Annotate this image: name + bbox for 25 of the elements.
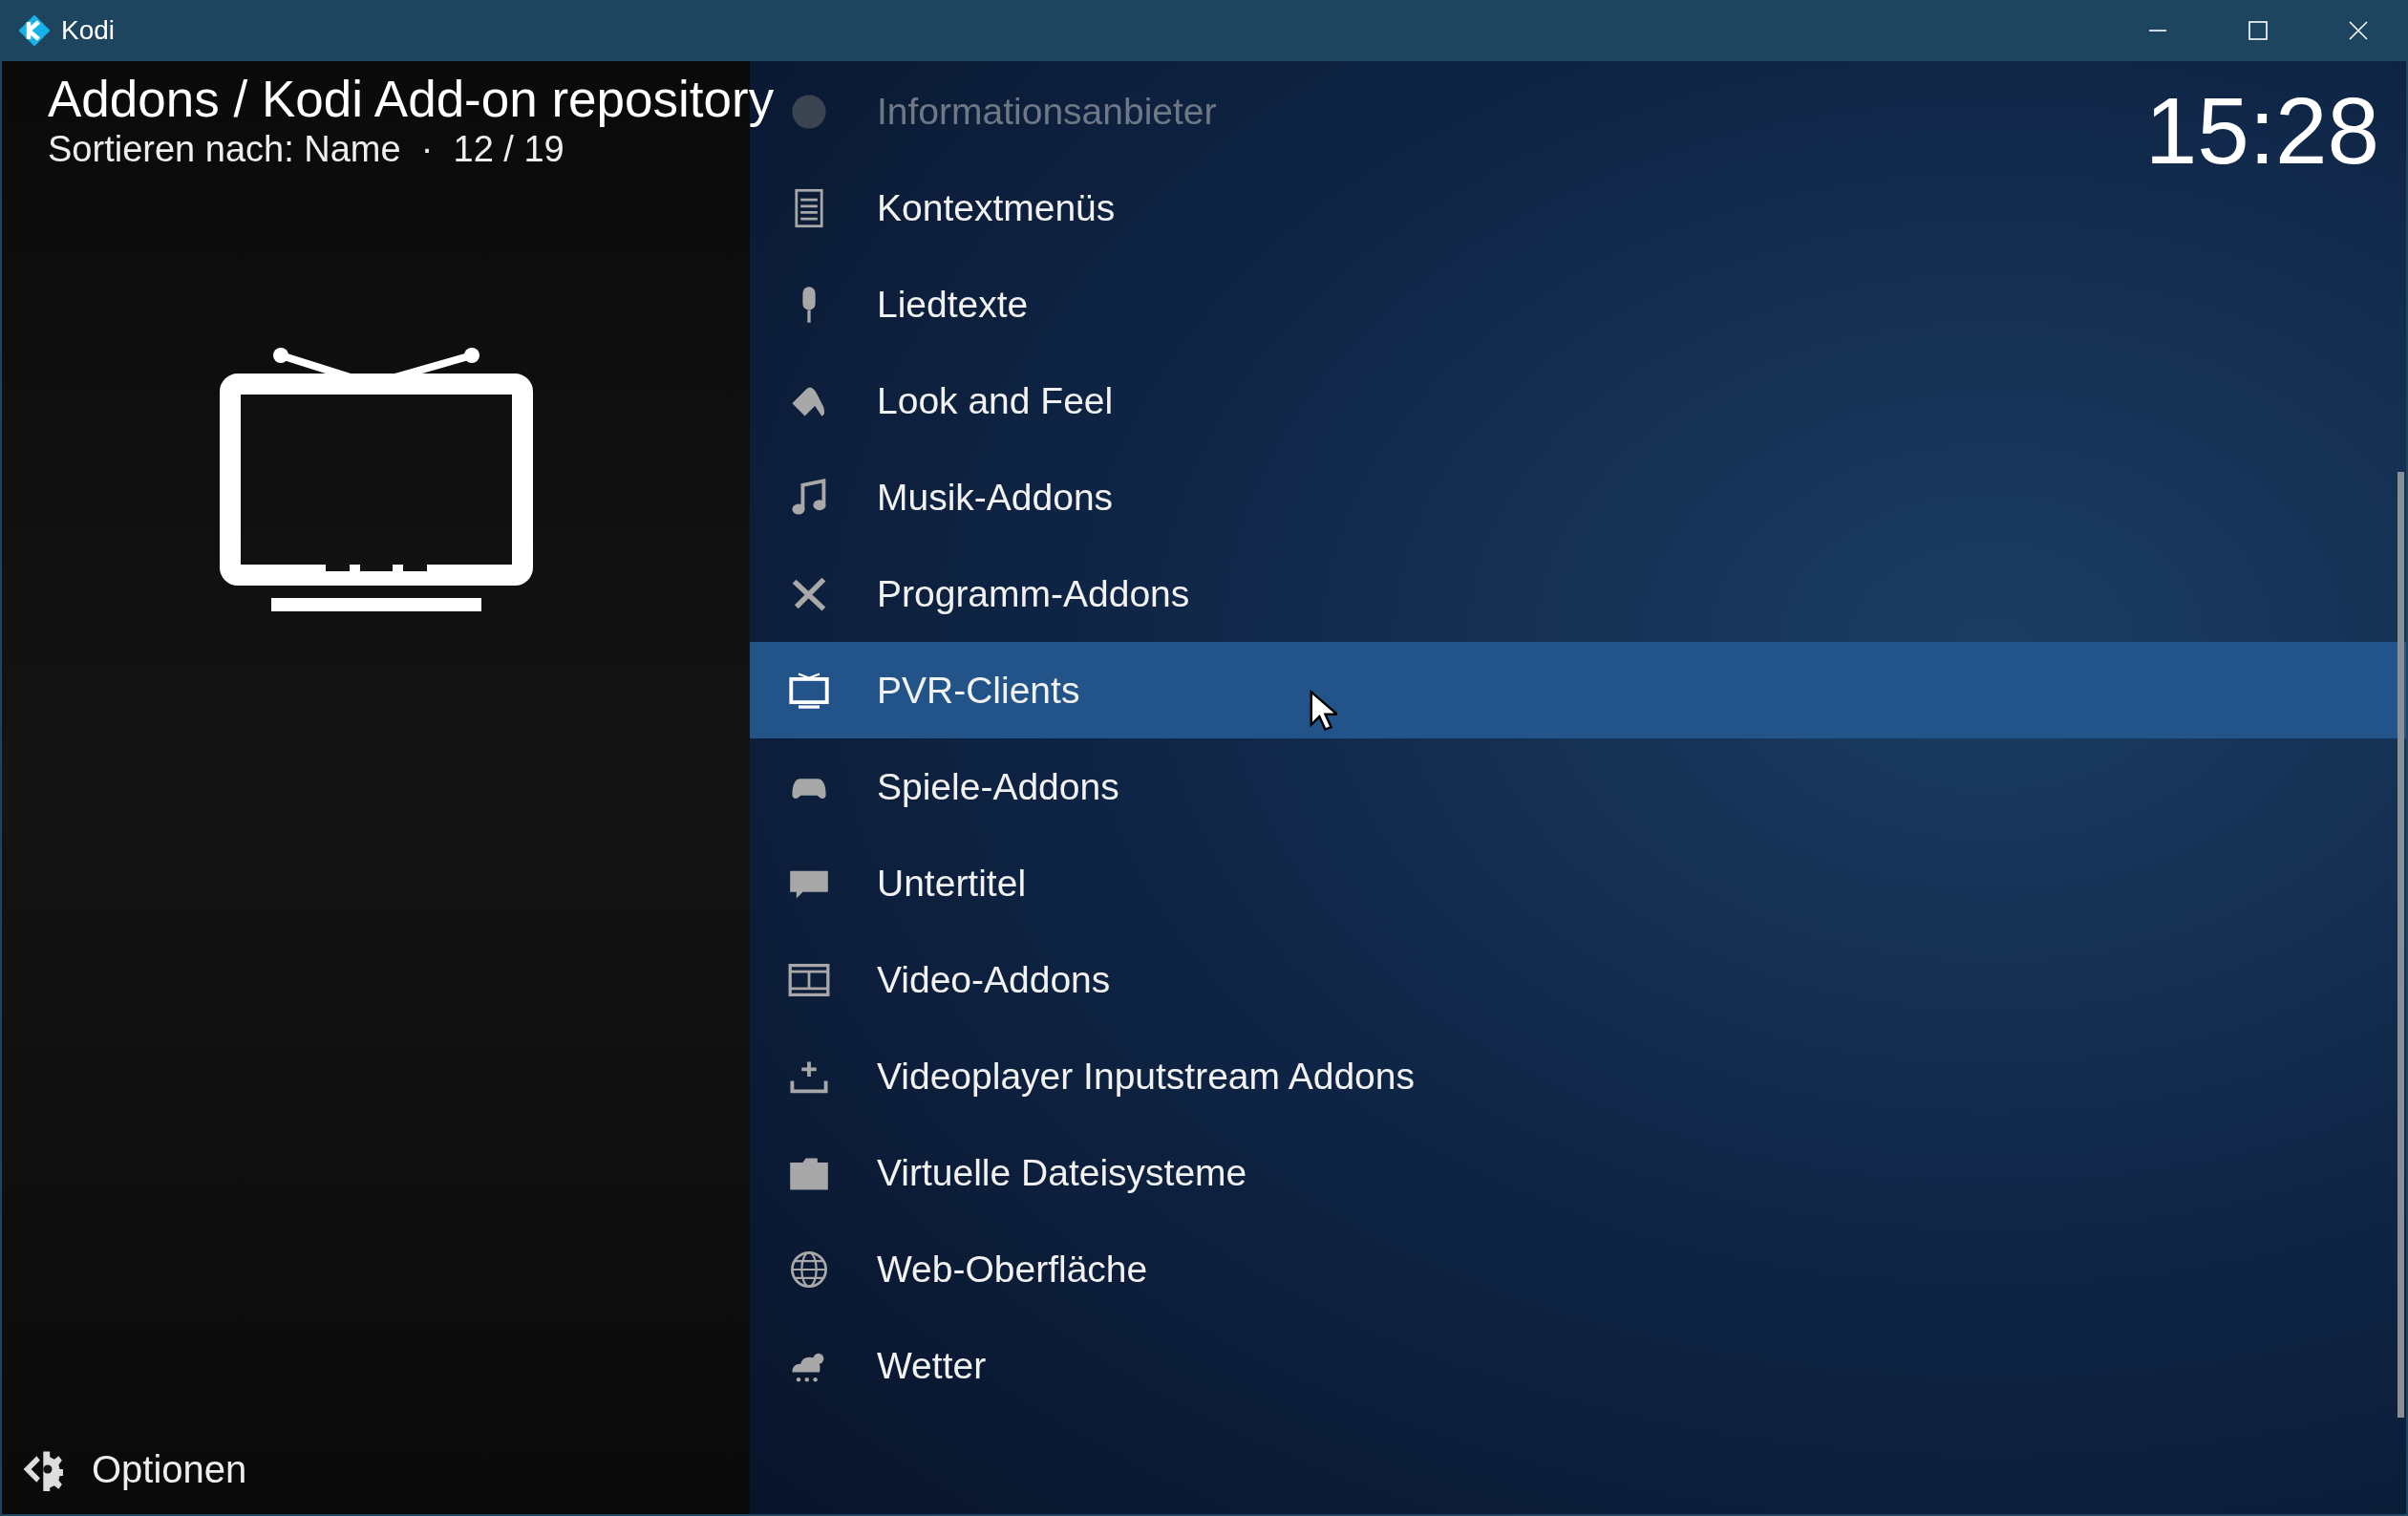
page-title: Addons / Kodi Add-on repository: [48, 71, 775, 129]
list-item[interactable]: Look and Feel: [750, 352, 2406, 449]
list-item[interactable]: PVR-Clients: [750, 642, 2406, 738]
list-item[interactable]: Videoplayer Inputstream Addons: [750, 1028, 2406, 1124]
list-item[interactable]: Liedtexte: [750, 256, 2406, 352]
mouse-cursor-icon: [1309, 690, 1337, 732]
sort-info: Sortieren nach: Name · 12 / 19: [48, 128, 565, 170]
list-item[interactable]: Spiele-Addons: [750, 738, 2406, 835]
close-icon: [2348, 21, 2368, 40]
list-item[interactable]: Untertitel: [750, 835, 2406, 931]
list-item[interactable]: Virtuelle Dateisysteme: [750, 1124, 2406, 1221]
list-item[interactable]: Wetter: [750, 1317, 2406, 1414]
scrollbar[interactable]: [2397, 472, 2404, 1418]
list-item[interactable]: Musik-Addons: [750, 449, 2406, 545]
maximize-icon: [2248, 21, 2268, 40]
tv-icon: [218, 346, 534, 613]
clock: 15:28: [2144, 84, 2379, 178]
kodi-logo-icon: [17, 13, 52, 48]
list-item[interactable]: Informationsanbieter: [877, 90, 1217, 133]
list-item[interactable]: Programm-Addons: [750, 545, 2406, 642]
minimize-icon: [2147, 30, 2167, 32]
list-item[interactable]: Video-Addons: [750, 931, 2406, 1028]
window-title: Kodi: [61, 15, 116, 46]
options-label[interactable]: Optionen: [92, 1447, 247, 1491]
list-item[interactable]: Web-Oberfläche: [750, 1221, 2406, 1317]
